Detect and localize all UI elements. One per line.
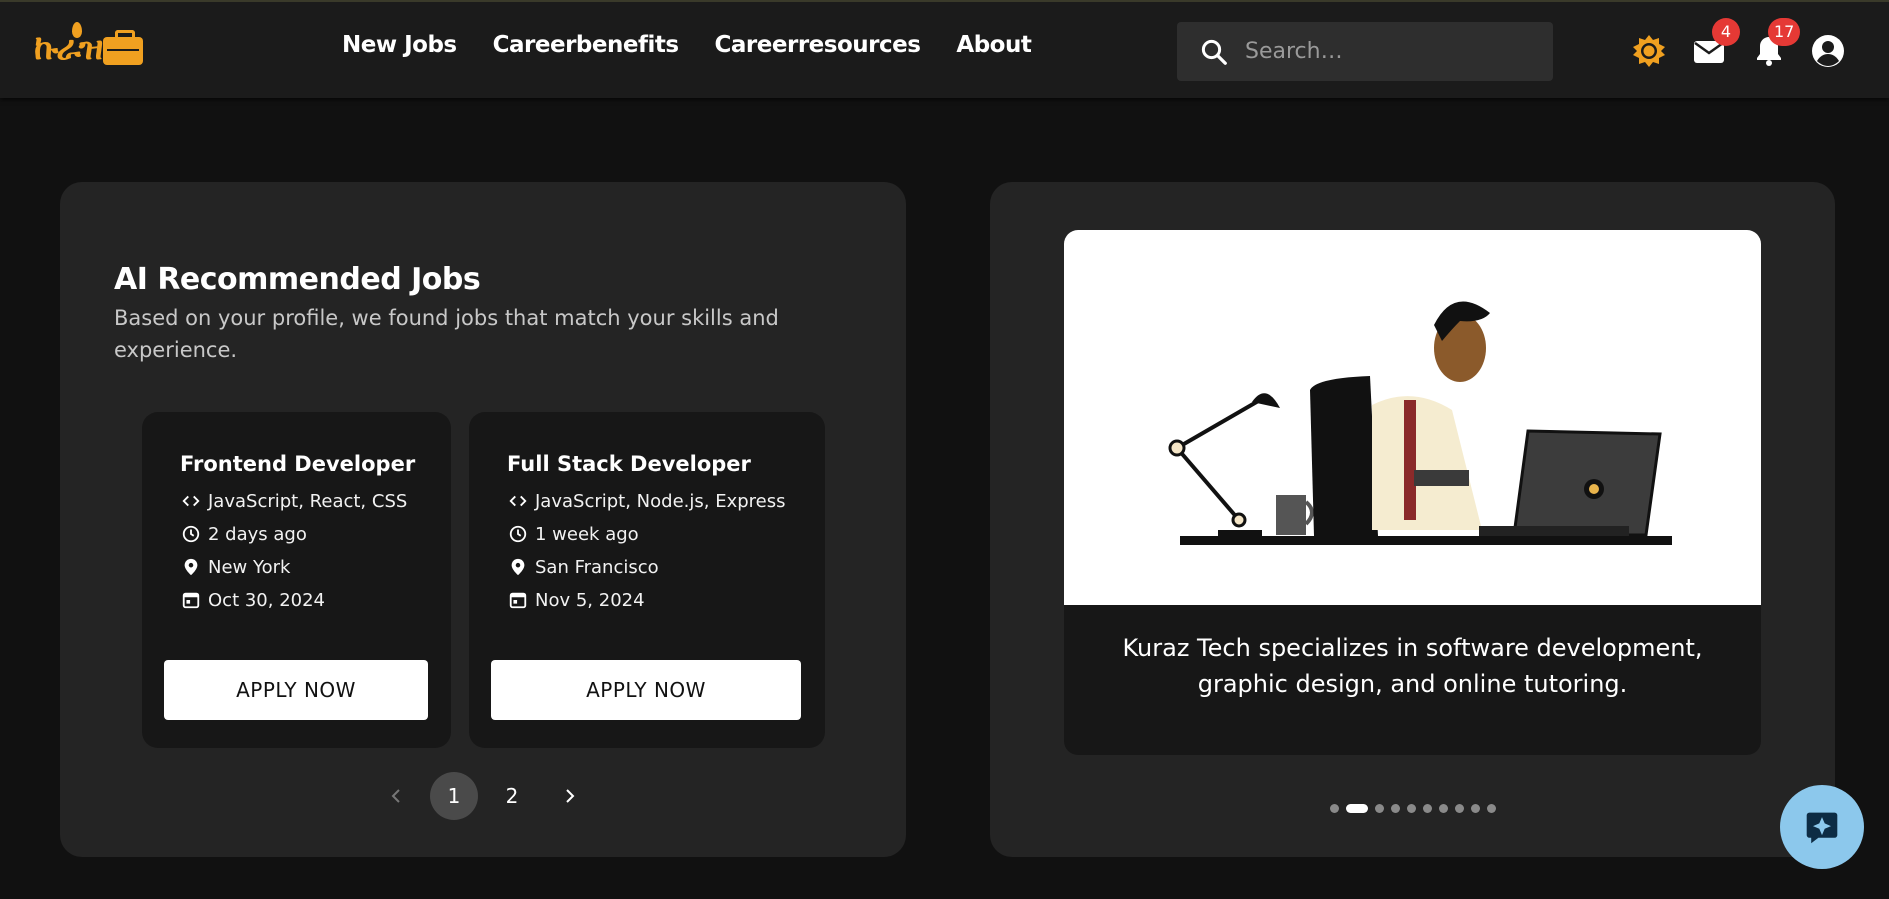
person-at-desk-illustration	[1168, 301, 1672, 545]
job-skills: JavaScript, React, CSS	[180, 490, 407, 512]
job-card: Full Stack Developer JavaScript, Node.js…	[469, 412, 825, 748]
job-date: Nov 5, 2024	[507, 589, 645, 611]
carousel-dot[interactable]	[1329, 804, 1339, 813]
clock-icon	[180, 523, 202, 545]
carousel-dot[interactable]	[1390, 804, 1400, 813]
top-navbar: ኩራዝ New Jobs Careerbenefits Careerresour…	[0, 0, 1889, 98]
job-location: San Francisco	[507, 556, 659, 578]
carousel-dots	[990, 804, 1835, 813]
location-pin-icon	[180, 556, 202, 578]
notifications-button[interactable]: 17	[1752, 18, 1801, 68]
carousel-dot[interactable]	[1438, 804, 1448, 813]
account-button[interactable]	[1811, 34, 1845, 68]
slide-caption: Kuraz Tech specializes in software devel…	[1122, 634, 1703, 698]
ai-assistant-button[interactable]	[1780, 785, 1864, 869]
logo[interactable]: ኩራዝ	[34, 20, 150, 76]
location-pin-icon	[507, 556, 529, 578]
apply-now-button[interactable]: APPLY NOW	[491, 660, 801, 720]
logo-flame-icon	[72, 22, 82, 38]
nav-new-jobs[interactable]: New Jobs	[342, 32, 457, 58]
carousel-dot[interactable]	[1470, 804, 1480, 813]
next-page-button[interactable]	[546, 772, 594, 820]
carousel-dot[interactable]	[1345, 804, 1368, 813]
carousel-dot[interactable]	[1374, 804, 1384, 813]
chevron-left-icon	[391, 789, 400, 803]
nav-careerresources[interactable]: Careerresources	[715, 32, 921, 58]
carousel-dot[interactable]	[1454, 804, 1464, 813]
job-posted: 2 days ago	[180, 523, 307, 545]
calendar-icon	[507, 589, 529, 611]
slide-illustration	[1064, 230, 1761, 605]
code-icon	[180, 490, 202, 512]
job-title: Full Stack Developer	[507, 452, 751, 476]
job-card: Frontend Developer JavaScript, React, CS…	[142, 412, 451, 748]
job-date: Oct 30, 2024	[180, 589, 325, 611]
logo-text: ኩራዝ	[34, 28, 103, 68]
carousel-dot[interactable]	[1486, 804, 1496, 813]
job-skills: JavaScript, Node.js, Express	[507, 490, 785, 512]
prev-page-button[interactable]	[372, 772, 420, 820]
nav-about[interactable]: About	[956, 32, 1031, 58]
sun-icon	[1633, 35, 1665, 67]
search-icon	[1201, 39, 1227, 65]
pagination: 1 2	[60, 772, 906, 820]
mail-button[interactable]: 4	[1692, 18, 1740, 68]
chevron-right-icon	[566, 789, 575, 803]
page-2-button[interactable]: 2	[488, 772, 536, 820]
job-posted: 1 week ago	[507, 523, 639, 545]
section-title: AI Recommended Jobs	[114, 262, 481, 297]
calendar-icon	[180, 589, 202, 611]
section-subtitle: Based on your profile, we found jobs tha…	[114, 306, 779, 362]
account-icon	[1812, 35, 1844, 67]
code-icon	[507, 490, 529, 512]
company-carousel-panel: Kuraz Tech specializes in software devel…	[990, 182, 1835, 857]
job-title: Frontend Developer	[180, 452, 416, 476]
clock-icon	[507, 523, 529, 545]
briefcase-icon	[103, 30, 144, 65]
carousel-dot[interactable]	[1406, 804, 1416, 813]
ai-sparkle-chat-icon	[1806, 812, 1838, 844]
page-1-button[interactable]: 1	[430, 772, 478, 820]
apply-now-button[interactable]: APPLY NOW	[164, 660, 428, 720]
nav-careerbenefits[interactable]: Careerbenefits	[493, 32, 679, 58]
main-nav: New Jobs Careerbenefits Careerresources …	[342, 32, 1032, 58]
notification-badge: 17	[1768, 18, 1801, 46]
carousel-slide[interactable]: Kuraz Tech specializes in software devel…	[1064, 230, 1761, 755]
search-bar[interactable]	[1177, 22, 1553, 81]
recommended-jobs-panel: AI Recommended Jobs Based on your profil…	[60, 182, 906, 857]
job-location: New York	[180, 556, 290, 578]
search-input[interactable]	[1245, 39, 1535, 64]
mail-badge: 4	[1712, 18, 1740, 46]
carousel-dot[interactable]	[1422, 804, 1432, 813]
theme-toggle-button[interactable]	[1632, 34, 1666, 68]
